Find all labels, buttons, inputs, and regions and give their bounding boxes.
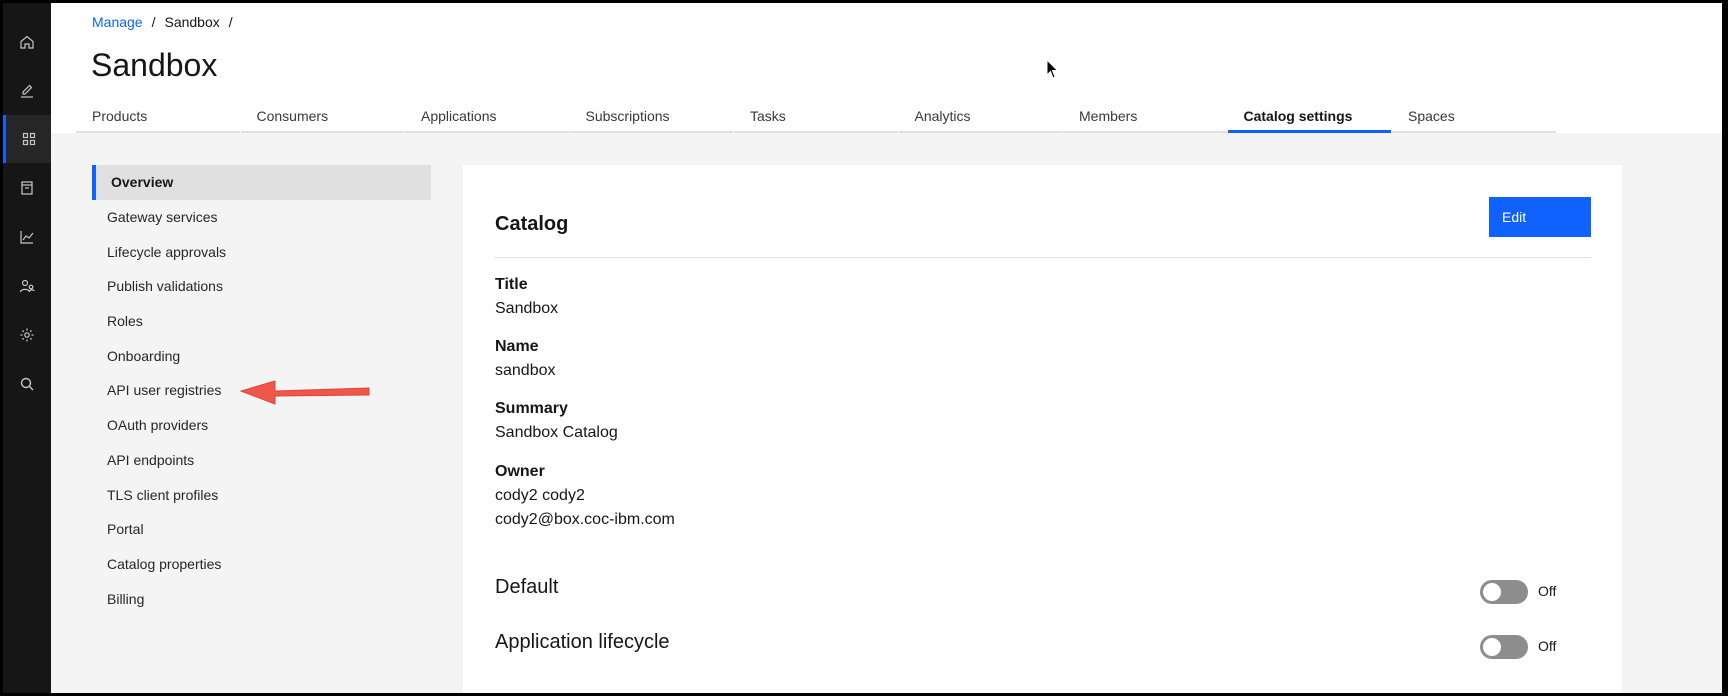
page-title: Sandbox: [91, 47, 218, 83]
default-label: Default: [495, 576, 559, 598]
tab-catalog-settings[interactable]: Catalog settings: [1227, 101, 1391, 133]
catalog-overview-card: Catalog Edit Title Sandbox Name sandbox …: [463, 165, 1622, 693]
dashboard-icon: [22, 132, 35, 146]
tab-bar: Products Consumers Applications Subscrip…: [76, 101, 1557, 133]
tab-tasks[interactable]: Tasks: [734, 101, 898, 133]
breadcrumb: Manage / Sandbox /: [92, 14, 242, 30]
divider: [495, 257, 1591, 258]
rail-search[interactable]: [3, 360, 51, 408]
name-value: sandbox: [495, 362, 556, 379]
toggle-knob: [1483, 583, 1501, 601]
sidenav-item-lifecycle-approvals[interactable]: Lifecycle approvals: [92, 234, 431, 269]
tab-members[interactable]: Members: [1063, 101, 1227, 133]
title-value: Sandbox: [495, 300, 559, 317]
title-label: Title: [495, 276, 528, 293]
settings-icon: [20, 328, 34, 342]
tab-applications[interactable]: Applications: [405, 101, 569, 133]
members-icon: [19, 279, 35, 293]
edit-button[interactable]: Edit: [1489, 197, 1591, 237]
summary-field: Summary Sandbox Catalog: [495, 397, 618, 445]
breadcrumb-separator: /: [228, 14, 233, 30]
rail-catalog[interactable]: [3, 164, 51, 212]
sidenav-item-billing[interactable]: Billing: [92, 581, 431, 616]
sidenav-item-gateway-services[interactable]: Gateway services: [92, 200, 431, 235]
owner-name: cody2 cody2: [495, 487, 585, 504]
application-lifecycle-toggle[interactable]: [1480, 635, 1528, 659]
main-app-area: Manage / Sandbox / Sandbox Products Cons…: [51, 3, 1722, 693]
owner-email: cody2@box.coc-ibm.com: [495, 511, 675, 528]
catalog-icon: [21, 181, 33, 195]
default-toggle-state: Off: [1538, 583, 1557, 599]
sidenav-item-overview[interactable]: Overview: [92, 165, 431, 200]
tab-spaces[interactable]: Spaces: [1392, 101, 1556, 133]
tab-consumers[interactable]: Consumers: [240, 101, 404, 133]
sidenav-item-portal[interactable]: Portal: [92, 512, 431, 547]
rail-members[interactable]: [3, 262, 51, 310]
catalog-heading: Catalog: [495, 213, 569, 235]
side-rail: [3, 3, 51, 693]
breadcrumb-separator: /: [151, 14, 156, 30]
edit-icon: [21, 84, 33, 98]
tab-products[interactable]: Products: [76, 101, 240, 133]
rail-home[interactable]: [3, 18, 51, 66]
owner-label: Owner: [495, 463, 545, 480]
name-label: Name: [495, 338, 539, 355]
analytics-icon: [20, 231, 34, 244]
page-header: Manage / Sandbox / Sandbox Products Cons…: [51, 3, 1722, 133]
breadcrumb-manage-link[interactable]: Manage: [92, 14, 143, 30]
rail-analytics[interactable]: [3, 213, 51, 261]
default-toggle-row: Default Off: [495, 576, 1591, 606]
title-field: Title Sandbox: [495, 273, 558, 321]
search-icon: [20, 377, 34, 391]
name-field: Name sandbox: [495, 335, 556, 383]
rail-dashboard[interactable]: [3, 115, 51, 163]
tab-analytics[interactable]: Analytics: [898, 101, 1062, 133]
sidenav-item-oauth-providers[interactable]: OAuth providers: [92, 408, 431, 443]
sidenav-item-onboarding[interactable]: Onboarding: [92, 338, 431, 373]
application-lifecycle-label: Application lifecycle: [495, 631, 670, 653]
tab-subscriptions[interactable]: Subscriptions: [569, 101, 733, 133]
sidenav-item-roles[interactable]: Roles: [92, 304, 431, 339]
application-lifecycle-toggle-state: Off: [1538, 638, 1557, 654]
mouse-pointer-icon: [1046, 59, 1059, 79]
sidenav-item-catalog-properties[interactable]: Catalog properties: [92, 547, 431, 582]
summary-label: Summary: [495, 400, 568, 417]
owner-field: Owner cody2 cody2 cody2@box.coc-ibm.com: [495, 460, 675, 532]
breadcrumb-current: Sandbox: [164, 14, 220, 30]
annotation-arrow-icon: [239, 380, 370, 405]
screenshot-frame: Manage / Sandbox / Sandbox Products Cons…: [0, 0, 1728, 696]
rail-settings[interactable]: [3, 311, 51, 359]
default-toggle[interactable]: [1480, 580, 1528, 604]
toggle-knob: [1483, 638, 1501, 656]
application-lifecycle-toggle-row: Application lifecycle Off: [495, 631, 1591, 661]
sidenav-item-publish-validations[interactable]: Publish validations: [92, 269, 431, 304]
sidenav-item-api-endpoints[interactable]: API endpoints: [92, 443, 431, 478]
rail-edit[interactable]: [3, 67, 51, 115]
home-icon: [20, 35, 34, 49]
summary-value: Sandbox Catalog: [495, 424, 618, 441]
sidenav-item-tls-client-profiles[interactable]: TLS client profiles: [92, 477, 431, 512]
